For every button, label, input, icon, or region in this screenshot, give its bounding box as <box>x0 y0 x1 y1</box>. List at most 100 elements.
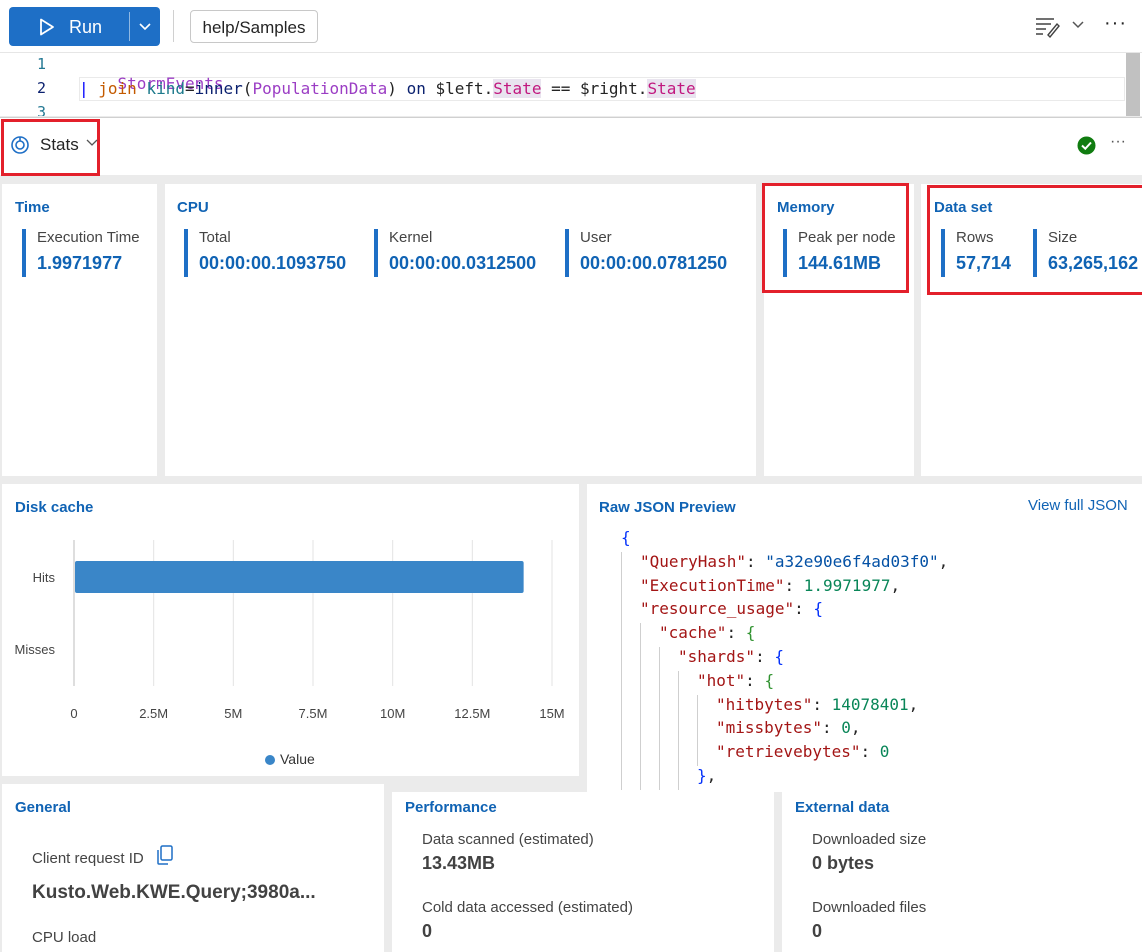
json-brace: { <box>813 599 824 619</box>
x-tick-label: 7.5M <box>299 706 328 721</box>
run-button[interactable]: Run <box>9 7 129 46</box>
more-options-icon[interactable]: ··· <box>1104 12 1127 35</box>
json-separator: : <box>794 599 814 619</box>
dataset-highlight-box <box>927 185 1142 295</box>
json-separator: : <box>812 694 832 714</box>
results-header: Stats <box>0 117 1142 176</box>
json-brace: { <box>745 623 756 643</box>
copy-icon[interactable] <box>155 844 175 866</box>
disk-cache-chart: Hits Misses 0 2.5M 5M 7.5M 10M 12.5M 15M <box>15 540 565 721</box>
time-card: Time Execution Time 1.9971977 <box>2 184 157 476</box>
column-token: State <box>647 79 696 98</box>
left-token: $left. <box>435 79 494 98</box>
cpu-card: CPU Total 00:00:00.1093750 Kernel 00:00:… <box>165 184 756 476</box>
json-line: "retrievebytes": 0 <box>716 742 889 766</box>
json-line: "hot": { <box>697 671 774 695</box>
toolbar-divider <box>173 10 174 42</box>
data-scanned-value: 13.43MB <box>422 853 496 873</box>
json-key: "ExecutionTime" <box>640 575 785 595</box>
json-key: "cache" <box>659 623 727 643</box>
json-number: 1.9971977 <box>803 575 891 595</box>
json-key: "hot" <box>697 670 746 690</box>
play-icon <box>40 18 54 36</box>
format-query-icon[interactable] <box>1034 16 1060 38</box>
metric-value: 00:00:00.1093750 <box>199 253 347 273</box>
json-brace: { <box>774 647 784 666</box>
json-separator: : <box>745 670 765 690</box>
right-token: $right. <box>580 79 648 98</box>
json-separator: : <box>821 718 842 738</box>
json-number: 0 <box>879 742 890 762</box>
disk-cache-card: Disk cache Hits Misses 0 2.5M 5M 7.5M 10M 12.5… <box>2 484 579 776</box>
card-title: CPU <box>177 199 209 216</box>
card-title: General <box>15 799 71 816</box>
card-title: Time <box>15 199 50 216</box>
json-line: "missbytes": 0, <box>716 718 861 742</box>
json-viewer[interactable]: {"QueryHash": "a32e90e6f4ad03f0", "Execut… <box>618 528 1142 790</box>
cold-data-label: Cold data accessed (estimated) <box>422 899 633 916</box>
downloaded-files-value: 0 <box>812 921 823 941</box>
success-check-icon <box>1077 136 1096 155</box>
table-token: PopulationData <box>252 79 388 98</box>
json-brace: { <box>621 528 631 547</box>
cold-data-value: 0 <box>422 921 433 941</box>
paren-token: ) <box>387 79 397 98</box>
legend-swatch <box>265 755 275 765</box>
card-title: Raw JSON Preview <box>599 499 736 516</box>
chevron-down-icon[interactable] <box>86 139 98 148</box>
indent-guide <box>640 623 641 790</box>
x-tick-label: 15M <box>539 706 564 721</box>
json-key: "missbytes" <box>716 718 822 738</box>
json-separator: : <box>726 623 746 643</box>
x-tick-label: 0 <box>70 706 77 721</box>
database-selector[interactable]: help/Samples <box>190 10 318 43</box>
bar-hits[interactable] <box>75 561 524 593</box>
json-line: "shards": { <box>678 647 784 671</box>
metric-label: User <box>580 229 612 246</box>
metric-label: Execution Time <box>37 229 140 246</box>
run-options-dropdown[interactable] <box>130 7 160 46</box>
indent-guide <box>697 694 698 766</box>
json-punctuation: , <box>850 718 861 738</box>
json-punctuation: , <box>938 551 949 571</box>
json-key: "shards" <box>678 647 756 666</box>
json-line: "cache": { <box>659 623 755 647</box>
x-tick-label: 12.5M <box>454 706 490 721</box>
editor-scrollbar[interactable] <box>1126 53 1140 116</box>
cpu-user-metric: User 00:00:00.0781250 <box>565 229 727 277</box>
indent-guide <box>659 647 660 790</box>
indent-guide <box>621 551 622 790</box>
json-number: 14078401 <box>831 694 909 714</box>
card-title: External data <box>795 799 890 816</box>
line-number: 2 <box>36 79 46 97</box>
stats-tab-dropdown[interactable]: Stats <box>40 135 79 155</box>
card-title: Performance <box>405 799 497 816</box>
keyword-token: inner <box>194 79 243 98</box>
line-number: 3 <box>36 103 46 116</box>
general-card: General Client request ID Kusto.Web.KWE.… <box>2 784 384 952</box>
json-key: "QueryHash" <box>640 551 746 571</box>
json-punctuation: , <box>908 694 919 714</box>
metric-value: 00:00:00.0312500 <box>389 253 537 273</box>
metric-value: 1.9971977 <box>37 253 123 273</box>
json-key: "hitbytes" <box>716 694 813 714</box>
json-line: "hitbytes": 14078401, <box>716 695 918 719</box>
json-punctuation: , <box>890 575 901 595</box>
chevron-down-icon[interactable] <box>1071 20 1085 30</box>
metric-value: 00:00:00.0781250 <box>580 253 728 273</box>
run-button-group: Run <box>9 7 160 46</box>
more-options-icon[interactable]: ··· <box>1110 133 1126 151</box>
operator-token: = <box>184 79 195 98</box>
data-scanned-label: Data scanned (estimated) <box>422 831 594 848</box>
paren-token: ( <box>242 79 253 98</box>
query-editor[interactable]: 1 2 3 StormEvents | join kind=inner(Popu… <box>0 52 1142 116</box>
operator-token: == <box>551 79 571 98</box>
view-full-json-link[interactable]: View full JSON <box>1028 497 1128 514</box>
json-separator: : <box>860 742 880 762</box>
x-tick-label: 2.5M <box>139 706 168 721</box>
json-separator: : <box>745 551 766 571</box>
category-label: Hits <box>33 570 56 585</box>
metric-label: Total <box>199 229 231 246</box>
external-data-card: External data Downloaded size 0 bytes Do… <box>782 792 1142 952</box>
json-line: "resource_usage": { <box>640 599 823 623</box>
